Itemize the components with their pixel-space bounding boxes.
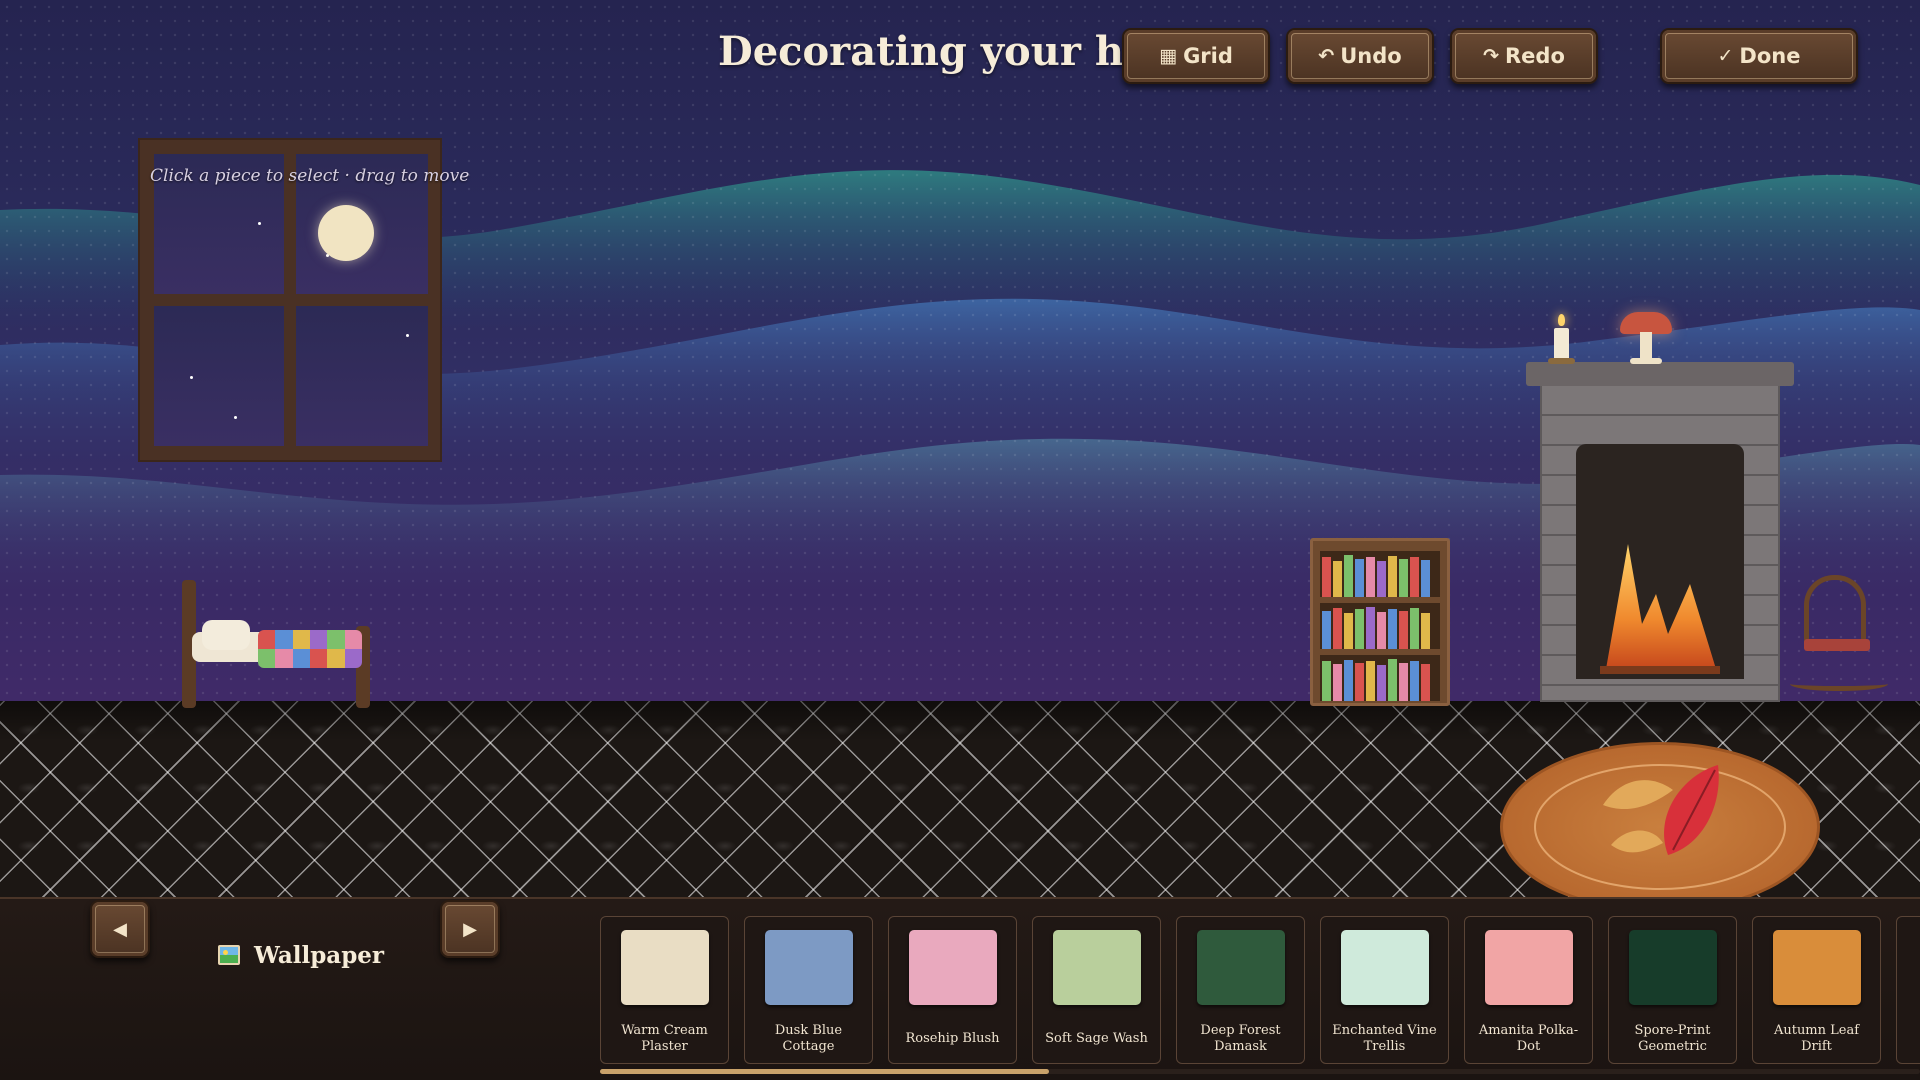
swatch-label: Enchanted Vine Trellis (1332, 1023, 1437, 1054)
wallpaper-swatch-soft-sage-wash[interactable]: Soft Sage Wash (1032, 916, 1161, 1064)
category-label: Wallpaper (254, 941, 385, 969)
shelf (1320, 603, 1440, 649)
next-category-button[interactable]: ▶ (440, 900, 500, 958)
redo-button[interactable]: ↷ Redo (1450, 28, 1598, 84)
candle-flame (1558, 314, 1565, 326)
swatch-preview (765, 930, 853, 1005)
done-button[interactable]: ✓ Done (1660, 28, 1858, 84)
redo-button-label: Redo (1505, 44, 1565, 68)
arrow-right-icon: ▶ (463, 918, 477, 940)
wallpaper-list[interactable]: Warm Cream Plaster Dusk Blue Cottage Ros… (600, 916, 1920, 1066)
wallpaper-swatch-spore-print-geometric[interactable]: Spore-Print Geometric (1608, 916, 1737, 1064)
swatch-preview (1341, 930, 1429, 1005)
swatch-label: Dusk Blue Cottage (774, 1023, 843, 1054)
pillow (202, 620, 250, 650)
undo-button[interactable]: ↶ Undo (1286, 28, 1434, 84)
wallpaper-swatch-rosehip-blush[interactable]: Rosehip Blush (888, 916, 1017, 1064)
mushroom-stem (1640, 332, 1652, 360)
picture-icon (218, 945, 240, 965)
swatch-preview (1773, 930, 1861, 1005)
bookcase[interactable] (1310, 538, 1450, 706)
undo-icon: ↶ (1318, 45, 1335, 67)
swatch-preview (1629, 930, 1717, 1005)
quilt (258, 630, 362, 668)
swatch-label: Deep Forest Damask (1200, 1023, 1281, 1054)
mushroom-base (1630, 358, 1662, 364)
room-canvas[interactable]: Click a piece to select · drag to move (0, 0, 1920, 897)
swatch-label: Warm Cream Plaster (621, 1023, 708, 1054)
mushroom-cap (1620, 312, 1672, 334)
chair-cushion (1804, 639, 1870, 651)
leaf-rug[interactable] (1500, 742, 1820, 897)
rocking-chair[interactable] (1790, 575, 1890, 700)
wallpaper-swatch-enchanted-vine-trellis[interactable]: Enchanted Vine Trellis (1320, 916, 1449, 1064)
candle-wax (1554, 328, 1569, 360)
page-title: Decorating your home (718, 28, 1128, 75)
previous-category-button[interactable]: ◀ (90, 900, 150, 958)
mushroom-lamp[interactable] (1620, 310, 1672, 366)
chair-rocker (1790, 677, 1888, 691)
firebox (1576, 444, 1744, 679)
arrow-left-icon: ◀ (113, 918, 127, 940)
grid-button-label: Grid (1183, 44, 1233, 68)
moon (318, 205, 374, 261)
grid-button[interactable]: ▦ Grid (1122, 28, 1270, 84)
star (406, 334, 409, 337)
wallpaper-swatch-amanita-polka-dot[interactable]: Amanita Polka-Dot (1464, 916, 1593, 1064)
placement-hint: Click a piece to select · drag to move (150, 166, 470, 186)
fire-icon (1600, 544, 1720, 674)
shelf (1320, 655, 1440, 701)
swatch-preview (1197, 930, 1285, 1005)
swatch-label: Rosehip Blush (905, 1031, 1000, 1046)
category-title: Wallpaper (218, 940, 384, 970)
check-icon: ✓ (1717, 45, 1734, 67)
wallpaper-swatch-dusk-blue-cottage[interactable]: Dusk Blue Cottage (744, 916, 873, 1064)
swatch-label: Autumn Leaf Drift (1773, 1023, 1860, 1054)
swatch-preview (1053, 930, 1141, 1005)
swatch-label: Amanita Polka-Dot (1478, 1023, 1579, 1054)
swatch-preview (909, 930, 997, 1005)
done-button-label: Done (1739, 44, 1801, 68)
swatch-label: Soft Sage Wash (1045, 1031, 1148, 1046)
swatch-preview (621, 930, 709, 1005)
grid-icon: ▦ (1159, 45, 1178, 67)
wallpaper-swatch-autumn-leaf-drift[interactable]: Autumn Leaf Drift (1752, 916, 1881, 1064)
window-pane (154, 306, 284, 446)
shelf (1320, 551, 1440, 597)
wallpaper-swatch-warm-cream-plaster[interactable]: Warm Cream Plaster (600, 916, 729, 1064)
wallpaper-swatch-partial[interactable] (1896, 916, 1920, 1064)
candle-holder (1548, 358, 1575, 364)
bed[interactable] (180, 578, 380, 708)
redo-icon: ↷ (1483, 45, 1500, 67)
star (234, 416, 237, 419)
chair-back (1804, 575, 1866, 649)
window-pane (296, 306, 428, 446)
candle[interactable] (1548, 310, 1575, 366)
star (190, 376, 193, 379)
window[interactable] (138, 138, 442, 462)
star (258, 222, 261, 225)
swatch-preview (1485, 930, 1573, 1005)
leaf-icon (1534, 764, 1786, 890)
catalog-scroll-thumb[interactable] (600, 1069, 1049, 1074)
undo-button-label: Undo (1340, 44, 1402, 68)
swatch-label: Spore-Print Geometric (1634, 1023, 1711, 1054)
wallpaper-swatch-deep-forest-damask[interactable]: Deep Forest Damask (1176, 916, 1305, 1064)
